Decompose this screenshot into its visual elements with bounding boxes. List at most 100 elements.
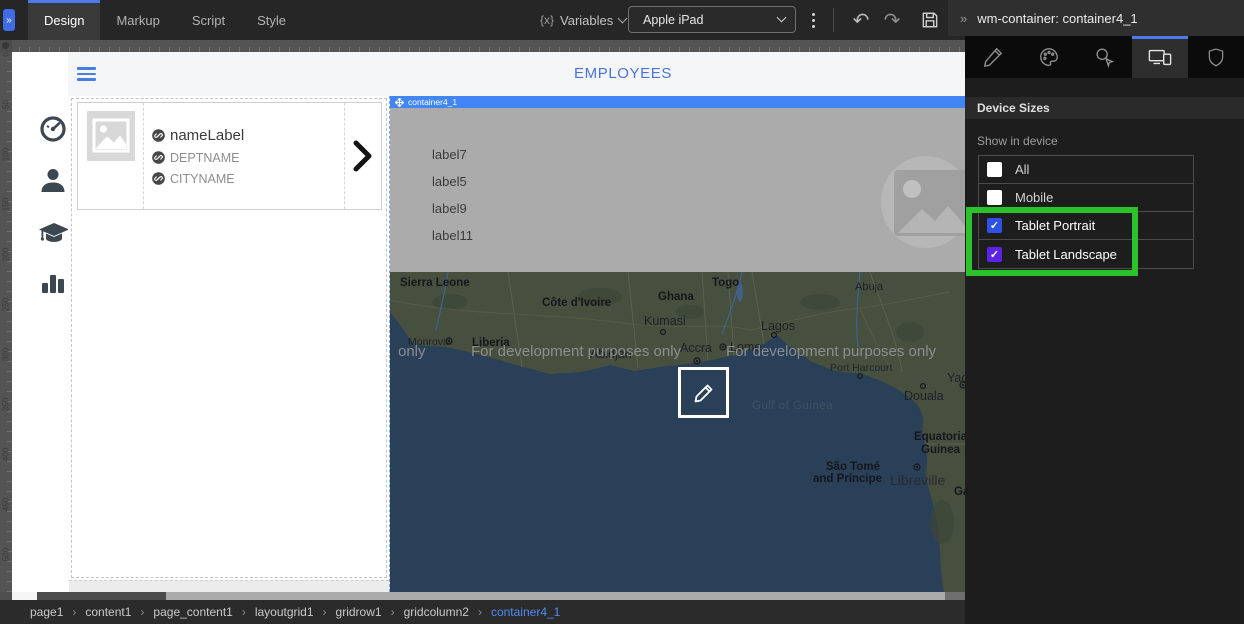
breadcrumb-item-page_content1[interactable]: page_content1	[153, 605, 232, 619]
map-label: For development purposes only	[726, 343, 937, 360]
container-label[interactable]: label5	[432, 174, 467, 189]
chevron-right-icon	[353, 140, 373, 172]
breadcrumb-item-content1[interactable]: content1	[85, 605, 131, 619]
tab-security[interactable]	[1188, 36, 1244, 78]
horizontal-scrollbar[interactable]	[0, 592, 965, 600]
toolbar-tab-design[interactable]: Design	[28, 0, 100, 40]
person-icon	[38, 165, 68, 195]
variables-icon: {x}	[540, 13, 554, 27]
toolbar-tab-script[interactable]: Script	[176, 0, 241, 40]
variables-menu[interactable]: {x} Variables	[540, 0, 626, 40]
toolbar-tabs: DesignMarkupScriptStyle	[28, 0, 302, 40]
list-text-cell: nameLabel DEPTNAME CITYNAME	[144, 103, 345, 209]
redo-button[interactable]: ↷	[878, 6, 906, 34]
checkbox[interactable]	[987, 190, 1002, 205]
map-label: Douala	[904, 389, 944, 403]
variables-label: Variables	[560, 13, 613, 28]
container-label[interactable]: label9	[432, 201, 467, 216]
ruler-number: 200	[2, 245, 11, 265]
map-label: Togo	[712, 277, 739, 289]
breadcrumb-item-layoutgrid1[interactable]: layoutgrid1	[255, 605, 314, 619]
container-label[interactable]: label11	[432, 228, 473, 243]
horizontal-ruler	[0, 40, 965, 52]
chevron-down-icon	[777, 13, 787, 23]
city-label-row[interactable]: CITYNAME	[152, 172, 344, 186]
move-icon	[395, 98, 404, 107]
shield-icon	[1206, 46, 1226, 68]
breadcrumb-item-container4_1[interactable]: container4_1	[491, 605, 560, 619]
sidebar-item-dashboard[interactable]	[38, 114, 68, 144]
name-label-row[interactable]: nameLabel	[152, 127, 344, 144]
inspector-titlebar: » wm-container: container4_1	[948, 0, 1244, 36]
scrollbar-thumb[interactable]	[37, 592, 166, 600]
list-image-cell[interactable]	[78, 103, 144, 209]
device-row-all[interactable]: All	[979, 156, 1193, 184]
list-item-template[interactable]: nameLabel DEPTNAME CITYNAME	[77, 102, 382, 210]
save-button[interactable]	[916, 6, 944, 34]
inspector-tabs	[965, 36, 1244, 78]
selection-label-bar[interactable]: container4_1	[390, 96, 966, 108]
toolbar-divider	[833, 8, 834, 32]
tab-theme[interactable]	[1021, 36, 1077, 78]
tab-inspect[interactable]	[1077, 36, 1133, 78]
list-arrow-cell[interactable]	[345, 103, 381, 209]
chevron-down-icon	[618, 13, 628, 23]
picture-icon	[87, 111, 135, 161]
breadcrumb-separator: ›	[323, 605, 327, 619]
page-bottom-margin	[69, 580, 389, 592]
sidebar-item-charts[interactable]	[38, 267, 68, 297]
map-label: Port Harcourt	[830, 362, 893, 374]
breadcrumb-item-gridcolumn2[interactable]: gridcolumn2	[404, 605, 469, 619]
page-title: EMPLOYEES	[498, 65, 748, 82]
map-label: Yaou	[947, 371, 966, 385]
breadcrumb: page1 › content1 › page_content1 › layoutgrid1…	[0, 600, 965, 624]
show-in-device-label: Show in device	[977, 134, 1058, 148]
map-label: For development purposes only	[471, 343, 682, 360]
name-label: nameLabel	[170, 127, 244, 144]
tab-styles[interactable]	[965, 36, 1021, 78]
breadcrumb-separator: ›	[478, 605, 482, 619]
bind-icon	[152, 129, 165, 142]
ruler-number: 50	[2, 95, 11, 115]
breadcrumb-item-gridrow1[interactable]: gridrow1	[336, 605, 382, 619]
selected-container[interactable]: container4_1 label7 label5 label9 label11	[389, 96, 965, 592]
more-options-button[interactable]	[808, 9, 818, 31]
map-label: and Príncipe	[813, 473, 882, 485]
device-select-value: Apple iPad	[643, 13, 703, 27]
large-image-placeholder	[881, 145, 966, 255]
map-edit-button[interactable]	[678, 367, 729, 418]
ruler-number: 450	[2, 495, 11, 515]
panel-collapse-icon[interactable]: »	[960, 11, 967, 26]
collapse-left-button[interactable]: »	[3, 9, 15, 31]
sidebar-item-users[interactable]	[38, 165, 68, 195]
dept-label-row[interactable]: DEPTNAME	[152, 151, 344, 165]
hamburger-menu-button[interactable]	[77, 67, 96, 81]
map-label: Equatoria	[914, 431, 966, 443]
section-header: Device Sizes	[965, 97, 1244, 119]
container-body[interactable]: label7 label5 label9 label11	[390, 108, 966, 272]
inspector-panel: Device Sizes Show in device AllMobileTab…	[965, 36, 1244, 624]
breadcrumb-separator: ›	[72, 605, 76, 619]
search-cursor-icon	[1093, 46, 1115, 68]
undo-button[interactable]: ↶	[847, 6, 875, 34]
highlight-annotation	[966, 207, 1138, 276]
container-label[interactable]: label7	[432, 147, 467, 162]
ruler-number: 100	[2, 145, 11, 165]
checkbox[interactable]	[987, 162, 1002, 177]
sidebar-item-education[interactable]	[38, 217, 68, 247]
device-preview-select[interactable]: Apple iPad	[628, 6, 796, 33]
pencil-icon	[982, 46, 1004, 68]
map-canvas: Sierra LeoneTogoAbujaGhanaCôte d'IvoireK…	[390, 272, 966, 592]
map-label: Accra	[680, 341, 712, 355]
devices-icon	[1148, 46, 1172, 68]
breadcrumb-item-page1[interactable]: page1	[30, 605, 63, 619]
ruler-number: 350	[2, 395, 11, 415]
map-marker-dot	[722, 346, 724, 348]
city-label: CITYNAME	[170, 172, 235, 186]
tab-devices[interactable]	[1132, 36, 1188, 78]
google-map-widget[interactable]: Sierra LeoneTogoAbujaGhanaCôte d'IvoireK…	[390, 272, 966, 592]
map-label: Lagos	[761, 319, 795, 333]
toolbar-tab-markup[interactable]: Markup	[100, 0, 175, 40]
inspector-title: wm-container: container4_1	[977, 11, 1137, 26]
toolbar-tab-style[interactable]: Style	[241, 0, 302, 40]
